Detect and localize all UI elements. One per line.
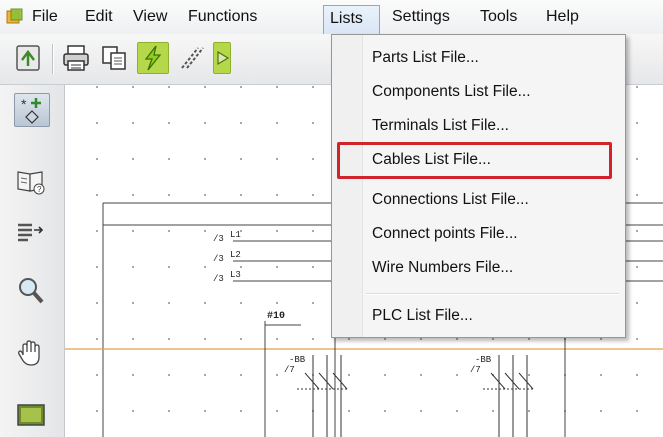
component-ref-1: /7: [284, 365, 295, 375]
wire-label-l3: L3: [230, 270, 241, 280]
menu-item-connect-points[interactable]: Connect points File...: [332, 217, 625, 251]
print-button[interactable]: [60, 42, 92, 74]
open-project-icon: [16, 45, 40, 71]
component-tag-1: -BB: [289, 355, 306, 365]
menu-separator: [366, 293, 619, 295]
left-toolbar: * ?: [0, 85, 65, 437]
play-arrow-icon: [217, 50, 230, 66]
wire-ref-2: /3: [213, 254, 224, 264]
menu-item-terminals-list[interactable]: Terminals List File...: [332, 109, 625, 143]
menu-functions[interactable]: Functions: [184, 6, 261, 28]
menu-item-parts-list[interactable]: Parts List File...: [332, 41, 625, 75]
menu-item-connections-list[interactable]: Connections List File...: [332, 183, 625, 217]
app-logo-icon: [6, 8, 24, 26]
highlight-annotation-box: [337, 142, 612, 179]
lightning-tool-button[interactable]: [137, 42, 169, 74]
copy-button[interactable]: [98, 42, 130, 74]
pan-button[interactable]: [14, 337, 50, 371]
svg-text:?: ?: [37, 185, 42, 194]
menu-file[interactable]: File: [28, 6, 62, 28]
wire-ref-3: /3: [213, 274, 224, 284]
wire-tool-button[interactable]: [176, 42, 208, 74]
toolbar-separator: [52, 44, 54, 74]
insert-component-button[interactable]: *: [14, 93, 50, 127]
wire-label-l1: L1: [230, 230, 241, 240]
documentation-button[interactable]: ?: [14, 165, 50, 199]
copy-pages-icon: [102, 46, 126, 70]
insert-symbol-icon: *: [21, 96, 41, 124]
svg-text:*: *: [21, 96, 27, 112]
menu-settings[interactable]: Settings: [388, 6, 454, 28]
menu-tools[interactable]: Tools: [476, 6, 521, 28]
menu-view[interactable]: View: [129, 6, 171, 28]
window-frame-icon: [17, 404, 45, 426]
lightning-icon: [144, 45, 162, 71]
menu-lists[interactable]: Lists: [323, 5, 380, 34]
component-tool-button[interactable]: [213, 42, 231, 74]
view-window-button[interactable]: [14, 399, 50, 433]
wire-label-l2: L2: [230, 250, 241, 260]
app-window: File Edit View Functions Lists Settings …: [0, 0, 663, 437]
component-ref-2: /7: [470, 365, 481, 375]
diagonal-wires-icon: [181, 47, 204, 69]
list-arrow-icon: [18, 223, 44, 242]
component-tag-2: -BB: [475, 355, 492, 365]
menu-item-components-list[interactable]: Components List File...: [332, 75, 625, 109]
net-label: #10: [267, 311, 286, 322]
menu-help[interactable]: Help: [542, 6, 583, 28]
book-info-icon: ?: [17, 171, 45, 195]
zoom-button[interactable]: [14, 275, 50, 309]
wire-ref-1: /3: [213, 234, 224, 244]
menu-item-plc-list[interactable]: PLC List File...: [332, 299, 625, 333]
printer-icon: [63, 45, 89, 71]
menu-edit[interactable]: Edit: [81, 6, 117, 28]
open-project-button[interactable]: [12, 42, 44, 74]
list-arrow-button[interactable]: [14, 217, 50, 251]
menubar: File Edit View Functions Lists Settings …: [0, 0, 663, 35]
magnifier-icon: [19, 278, 44, 304]
menu-item-wire-numbers[interactable]: Wire Numbers File...: [332, 251, 625, 285]
lists-dropdown-menu: Parts List File... Components List File.…: [331, 34, 626, 338]
hand-icon: [18, 340, 40, 366]
